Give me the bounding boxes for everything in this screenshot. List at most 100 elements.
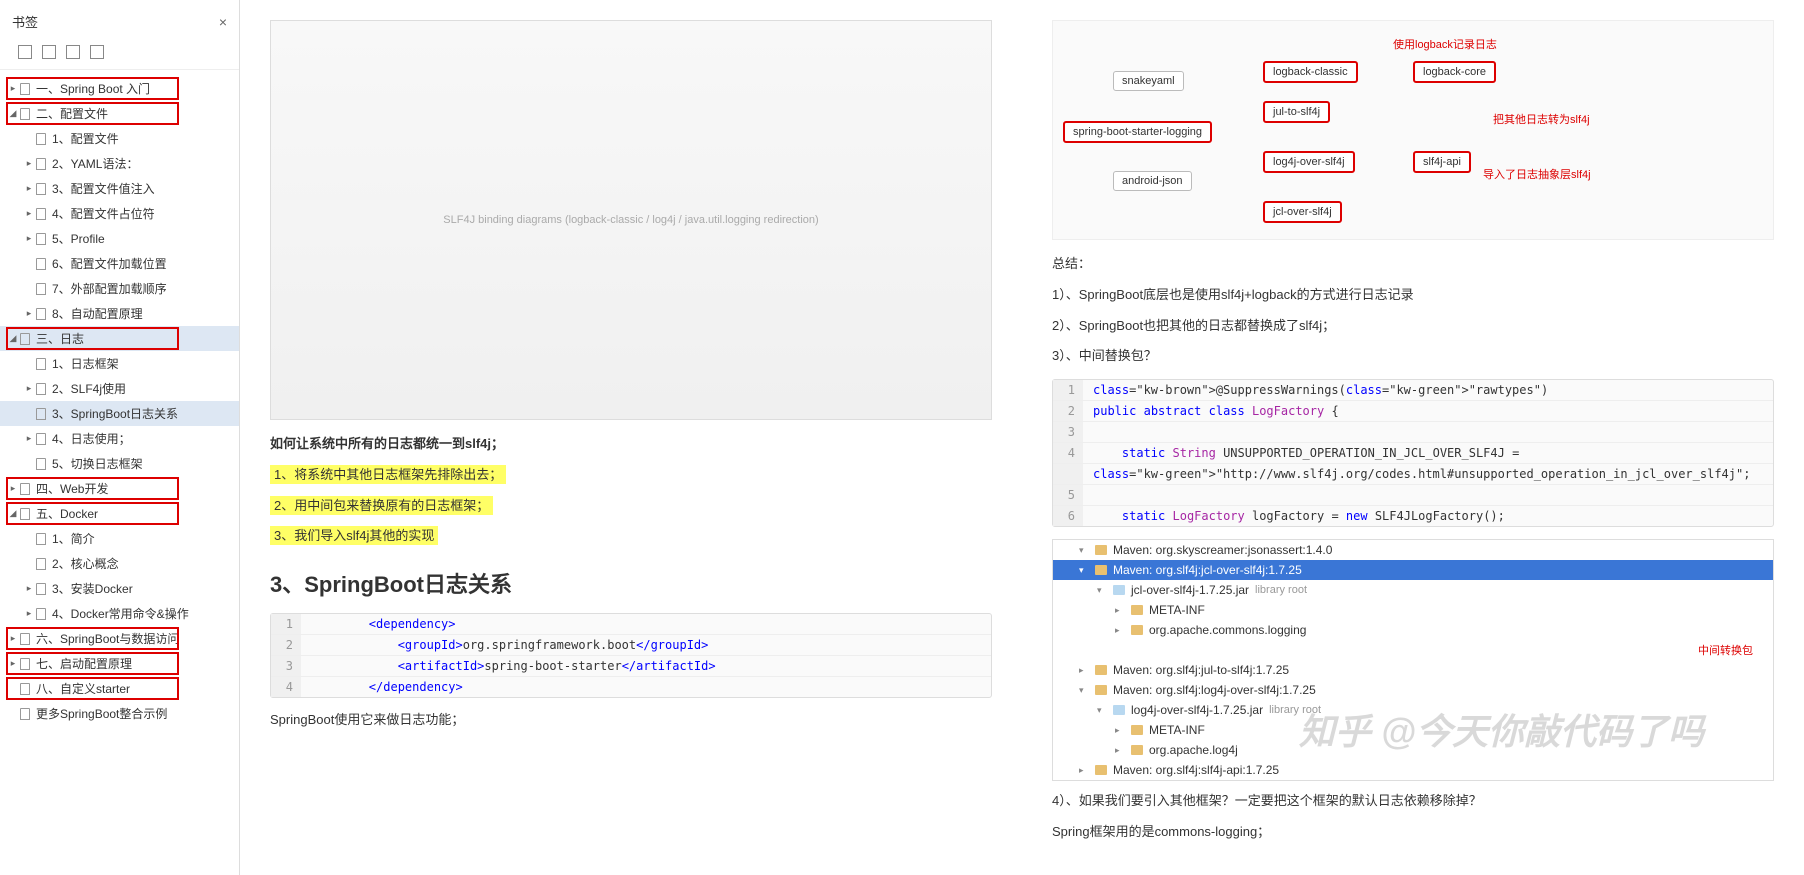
tree-item[interactable]: ▸4、Docker常用命令&操作 <box>0 601 239 626</box>
tree-item[interactable]: 6、配置文件加载位置 <box>0 251 239 276</box>
maven-file-tree: ▾Maven: org.skyscreamer:jsonassert:1.4.0… <box>1052 539 1774 781</box>
jar-icon <box>1113 705 1125 715</box>
tree-item-label: 一、Spring Boot 入门 <box>36 80 150 97</box>
tree-item-label: 3、配置文件值注入 <box>52 180 155 197</box>
tree-item[interactable]: 7、外部配置加载顺序 <box>0 276 239 301</box>
file-tree-item[interactable]: ▾log4j-over-slf4j-1.7.25.jar library roo… <box>1053 700 1773 720</box>
tree-item-label: 二、配置文件 <box>36 105 108 122</box>
chevron-icon: ▸ <box>1115 625 1125 636</box>
folder-icon <box>1095 685 1107 695</box>
footer-text: SpringBoot使用它来做日志功能； <box>270 710 992 731</box>
folder-icon <box>1131 625 1143 635</box>
tree-item[interactable]: 更多SpringBoot整合示例 <box>0 701 239 726</box>
tree-item[interactable]: ◢ 二、配置文件 <box>0 101 239 126</box>
tree-item[interactable]: 八、自定义starter <box>0 676 239 701</box>
tree-item[interactable]: ◢三、日志 <box>0 326 239 351</box>
chevron-icon: ▸ <box>24 433 34 444</box>
chevron-icon: ◢ <box>8 108 18 119</box>
mindmap-annotation: 把其他日志转为slf4j <box>1493 111 1590 127</box>
mindmap-root: spring-boot-starter-logging <box>1063 121 1212 143</box>
tree-item[interactable]: 3、SpringBoot日志关系 <box>0 401 239 426</box>
mindmap-node: jul-to-slf4j <box>1263 101 1330 123</box>
chevron-icon: ▸ <box>24 583 34 594</box>
folder-icon <box>1095 565 1107 575</box>
highlight-1: 1、将系统中其他日志框架先排除出去； <box>270 465 506 484</box>
highlight-2: 2、用中间包来替换原有的日志框架； <box>270 496 493 515</box>
tree-item[interactable]: ▸一、Spring Boot 入门 <box>0 76 239 101</box>
tree-item-label: 2、核心概念 <box>52 555 119 572</box>
tree-item[interactable]: ▸ 3、配置文件值注入 <box>0 176 239 201</box>
toolbar-icon-3[interactable] <box>66 45 80 59</box>
right-column: spring-boot-starter-loggingsnakeyamlandr… <box>1022 0 1804 875</box>
file-tree-item[interactable]: ▾Maven: org.slf4j:jcl-over-slf4j:1.7.25 <box>1053 560 1773 580</box>
file-tree-item[interactable]: ▸org.apache.commons.logging <box>1053 620 1773 640</box>
summary-p3: 3）、中间替换包？ <box>1052 346 1774 367</box>
tree-item-label: 四、Web开发 <box>36 480 108 497</box>
tree-item[interactable]: ▸5、Profile <box>0 226 239 251</box>
tree-item[interactable]: ▸2、YAML语法： <box>0 151 239 176</box>
chevron-icon: ▸ <box>24 183 34 194</box>
tree-item[interactable]: ▸3、安装Docker <box>0 576 239 601</box>
bookmark-icon <box>20 483 30 495</box>
tree-item[interactable]: 1、配置文件 <box>0 126 239 151</box>
logging-mindmap: spring-boot-starter-loggingsnakeyamlandr… <box>1052 20 1774 240</box>
chevron-icon: ▾ <box>1079 685 1089 696</box>
file-tree-item[interactable]: ▸org.apache.log4j <box>1053 740 1773 760</box>
slf4j-diagrams: SLF4J binding diagrams (logback-classic … <box>270 20 992 420</box>
chevron-icon: ▸ <box>24 383 34 394</box>
file-tree-item[interactable]: ▸Maven: org.slf4j:slf4j-api:1.7.25 <box>1053 760 1773 780</box>
file-tree-item[interactable]: ▸META-INF <box>1053 720 1773 740</box>
chevron-icon: ◢ <box>8 508 18 519</box>
chevron-icon: ▸ <box>24 208 34 219</box>
tree-item-label: 6、配置文件加载位置 <box>52 255 167 272</box>
file-tree-label: Maven: org.slf4j:log4j-over-slf4j:1.7.25 <box>1113 683 1316 697</box>
file-tree-item[interactable]: ▾jcl-over-slf4j-1.7.25.jar library root <box>1053 580 1773 600</box>
tree-item[interactable]: 1、日志框架 <box>0 351 239 376</box>
bookmark-icon <box>20 508 30 520</box>
file-tree-label: jcl-over-slf4j-1.7.25.jar <box>1131 583 1249 597</box>
toolbar-icon-4[interactable] <box>90 45 104 59</box>
tree-item[interactable]: ▸四、Web开发 <box>0 476 239 501</box>
tree-item-label: 4、日志使用； <box>52 430 131 447</box>
tree-item[interactable]: ▸七、启动配置原理 <box>0 651 239 676</box>
chevron-icon: ▾ <box>1097 705 1107 716</box>
chevron-icon: ▸ <box>24 233 34 244</box>
sidebar-header: 书签 × <box>0 8 239 39</box>
bookmark-icon <box>36 533 46 545</box>
tree-item-label: 5、切换日志框架 <box>52 455 143 472</box>
bookmark-icon <box>20 108 30 120</box>
bookmark-icon <box>20 683 30 695</box>
tree-item[interactable]: ▸ 4、日志使用； <box>0 426 239 451</box>
file-tree-item[interactable]: ▾Maven: org.skyscreamer:jsonassert:1.4.0 <box>1053 540 1773 560</box>
tree-item-label: 八、自定义starter <box>36 680 130 697</box>
mindmap-node: logback-classic <box>1263 61 1358 83</box>
file-tree-item[interactable]: ▸Maven: org.slf4j:jul-to-slf4j:1.7.25 <box>1053 660 1773 680</box>
bookmark-icon <box>36 558 46 570</box>
file-tree-item[interactable]: ▾ Maven: org.slf4j:log4j-over-slf4j:1.7.2… <box>1053 680 1773 700</box>
tree-item[interactable]: 5、切换日志框架 <box>0 451 239 476</box>
bookmark-icon <box>36 408 46 420</box>
tree-item[interactable]: ◢五、Docker <box>0 501 239 526</box>
close-icon[interactable]: × <box>219 14 227 30</box>
bookmark-icon <box>36 133 46 145</box>
folder-icon <box>1131 605 1143 615</box>
chevron-icon: ▾ <box>1079 545 1089 556</box>
file-tree-item[interactable]: ▸META-INF <box>1053 600 1773 620</box>
mindmap-node: android-json <box>1113 171 1192 191</box>
toolbar-icon-2[interactable] <box>42 45 56 59</box>
tree-item[interactable]: 1、简介 <box>0 526 239 551</box>
file-tree-label: log4j-over-slf4j-1.7.25.jar <box>1131 703 1263 717</box>
tree-item[interactable]: ▸8、自动配置原理 <box>0 301 239 326</box>
file-tree-label: META-INF <box>1149 603 1205 617</box>
tree-item-label: 1、简介 <box>52 530 95 547</box>
bookmark-icon <box>36 608 46 620</box>
toolbar-icon-1[interactable] <box>18 45 32 59</box>
bookmark-icon <box>20 633 30 645</box>
tree-item[interactable]: ▸4、配置文件占位符 <box>0 201 239 226</box>
tree-item[interactable]: 2、核心概念 <box>0 551 239 576</box>
highlight-3: 3、我们导入slf4j其他的实现 <box>270 526 438 545</box>
tree-item[interactable]: ▸ 2、SLF4j使用 <box>0 376 239 401</box>
tree-item[interactable]: ▸六、SpringBoot与数据访问 <box>0 626 239 651</box>
tree-item-label: 8、自动配置原理 <box>52 305 143 322</box>
tree-item-label: 2、SLF4j使用 <box>52 380 126 397</box>
